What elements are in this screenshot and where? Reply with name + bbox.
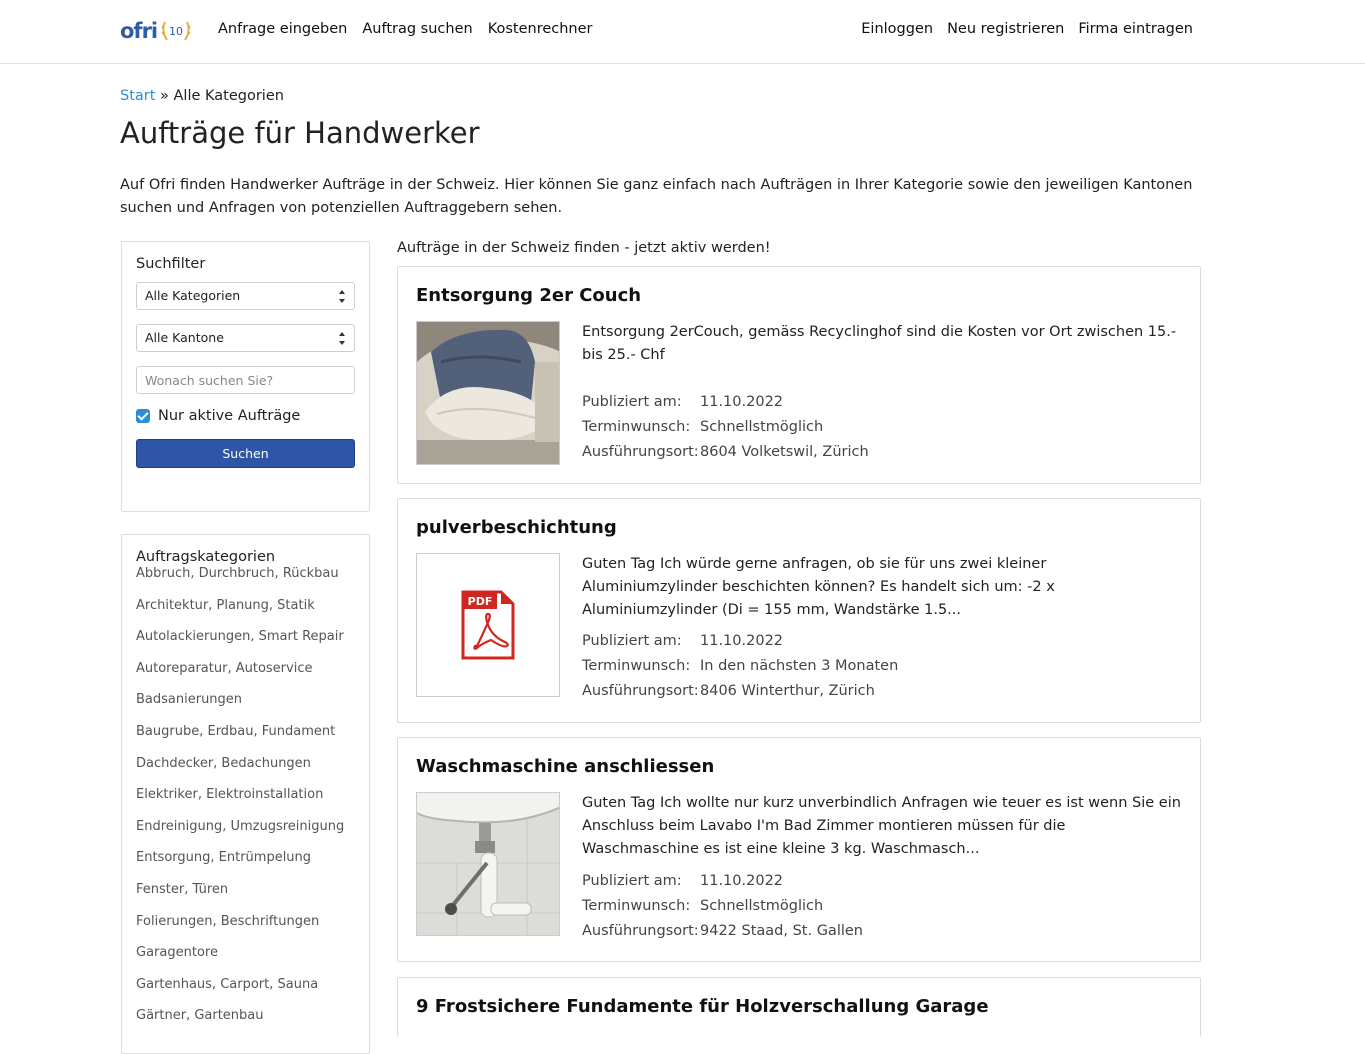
category-link[interactable]: Gartenhaus, Carport, Sauna [136, 977, 355, 1009]
nav-einloggen[interactable]: Einloggen [861, 21, 933, 37]
published-value: 11.10.2022 [700, 873, 784, 889]
page-title: Aufträge für Handwerker [120, 116, 480, 150]
date-wish-value: Schnellstmöglich [700, 898, 824, 914]
search-filter-panel: Suchfilter Alle Kategorien Alle Kantone … [121, 241, 370, 512]
filter-title: Suchfilter [136, 256, 206, 272]
ofri-logo[interactable]: ofri 10 [120, 16, 193, 46]
active-only-label: Nur aktive Aufträge [158, 408, 301, 424]
category-link[interactable]: Garagentore [136, 945, 355, 977]
published-label: Publiziert am: [582, 633, 682, 649]
date-wish-label: Terminwunsch: [582, 898, 691, 914]
category-link[interactable]: Abbruch, Durchbruch, Rückbau [136, 566, 355, 598]
select-arrows-icon [339, 290, 345, 303]
breadcrumb-separator: » [160, 88, 169, 104]
intro-text: Auf Ofri finden Handwerker Aufträge in d… [120, 177, 1193, 216]
category-link[interactable]: Folierungen, Beschriftungen [136, 914, 355, 946]
couch-photo[interactable] [416, 321, 560, 465]
active-only-checkbox[interactable] [136, 409, 150, 423]
job-description: Guten Tag Ich würde gerne anfragen, ob s… [582, 556, 1055, 618]
category-link[interactable]: Autoreparatur, Autoservice [136, 661, 355, 693]
category-link[interactable]: Endreinigung, Umzugsreinigung [136, 819, 355, 851]
job-description: Entsorgung 2erCouch, gemäss Recyclinghof… [582, 324, 1177, 363]
top-navbar: ofri 10 Anfrage eingeben Auftrag suchen … [0, 0, 1365, 64]
logo-wordmark: ofri [120, 19, 158, 43]
category-link[interactable]: Badsanierungen [136, 692, 355, 724]
date-wish-value: Schnellstmöglich [700, 419, 824, 435]
category-link[interactable]: Autolackierungen, Smart Repair [136, 629, 355, 661]
breadcrumb-start-link[interactable]: Start [120, 88, 155, 104]
location-label: Ausführungsort: [582, 444, 699, 460]
date-wish-value: In den nächsten 3 Monaten [700, 658, 899, 674]
job-meta: Publiziert am: 11.10.2022 Terminwunsch: Sc… [582, 869, 863, 944]
account-nav: Einloggen Neu registrieren Firma eintrag… [861, 21, 1193, 37]
category-select-value: Alle Kategorien [145, 288, 241, 303]
sink-photo[interactable] [416, 792, 560, 936]
location-label: Ausführungsort: [582, 683, 699, 699]
category-link[interactable]: Elektriker, Elektroinstallation [136, 787, 355, 819]
job-meta: Publiziert am: 11.10.2022 Terminwunsch: Sc… [582, 390, 869, 465]
breadcrumb-current: Alle Kategorien [173, 88, 284, 104]
active-only-toggle[interactable]: Nur aktive Aufträge [136, 408, 355, 424]
category-link[interactable]: Entsorgung, Entrümpelung [136, 850, 355, 882]
search-button[interactable]: Suchen [136, 439, 355, 468]
job-card[interactable]: 9 Frostsichere Fundamente für Holzversch… [397, 977, 1201, 1037]
breadcrumb: Start » Alle Kategorien [120, 88, 284, 104]
job-description: Guten Tag Ich wollte nur kurz unverbindl… [582, 795, 1181, 857]
job-title[interactable]: Waschmaschine anschliessen [416, 756, 714, 777]
category-panel-title: Auftragskategorien [136, 549, 276, 565]
job-title[interactable]: Entsorgung 2er Couch [416, 285, 641, 306]
category-link[interactable]: Architektur, Planung, Statik [136, 598, 355, 630]
category-link[interactable]: Baugrube, Erdbau, Fundament [136, 724, 355, 756]
category-link[interactable]: Gärtner, Gartenbau [136, 1008, 355, 1040]
category-panel: Auftragskategorien Abbruch, Durchbruch, … [121, 534, 370, 1054]
date-wish-label: Terminwunsch: [582, 419, 691, 435]
nav-neu-registrieren[interactable]: Neu registrieren [947, 21, 1064, 37]
nav-auftrag-suchen[interactable]: Auftrag suchen [362, 21, 472, 37]
pdf-label: PDF [468, 595, 493, 608]
date-wish-label: Terminwunsch: [582, 658, 691, 674]
location-label: Ausführungsort: [582, 923, 699, 939]
list-intro: Aufträge in der Schweiz finden - jetzt a… [397, 240, 771, 256]
published-value: 11.10.2022 [700, 633, 784, 649]
nav-anfrage-eingeben[interactable]: Anfrage eingeben [218, 21, 347, 37]
published-label: Publiziert am: [582, 394, 682, 410]
canton-select[interactable]: Alle Kantone [136, 324, 355, 352]
category-link[interactable]: Dachdecker, Bedachungen [136, 756, 355, 788]
published-label: Publiziert am: [582, 873, 682, 889]
job-title[interactable]: pulverbeschichtung [416, 517, 617, 538]
canton-select-value: Alle Kantone [145, 330, 224, 345]
job-card[interactable]: Entsorgung 2er Couch Entsorgung 2erCouch… [397, 266, 1201, 484]
search-input[interactable] [136, 366, 355, 394]
nav-firma-eintragen[interactable]: Firma eintragen [1078, 21, 1193, 37]
job-card[interactable]: Waschmaschine anschliessen Guten Tag Ich… [397, 737, 1201, 962]
badge-number: 10 [169, 25, 183, 38]
published-value: 11.10.2022 [700, 394, 784, 410]
category-link[interactable]: Fenster, Türen [136, 882, 355, 914]
anniversary-badge-icon: 10 [159, 18, 193, 44]
category-list: Abbruch, Durchbruch, Rückbau Architektur… [136, 566, 355, 1040]
select-arrows-icon [339, 332, 345, 345]
job-meta: Publiziert am: 11.10.2022 Terminwunsch: In… [582, 629, 898, 704]
location-value: 8604 Volketswil, Zürich [700, 444, 869, 460]
location-value: 9422 Staad, St. Gallen [700, 923, 863, 939]
job-card[interactable]: pulverbeschichtung PDF Guten Tag Ich wür… [397, 498, 1201, 723]
nav-kostenrechner[interactable]: Kostenrechner [488, 21, 593, 37]
pdf-icon[interactable]: PDF [416, 553, 560, 697]
main-nav: Anfrage eingeben Auftrag suchen Kostenre… [218, 21, 593, 37]
location-value: 8406 Winterthur, Zürich [700, 683, 875, 699]
category-select[interactable]: Alle Kategorien [136, 282, 355, 310]
job-title[interactable]: 9 Frostsichere Fundamente für Holzversch… [416, 996, 989, 1017]
